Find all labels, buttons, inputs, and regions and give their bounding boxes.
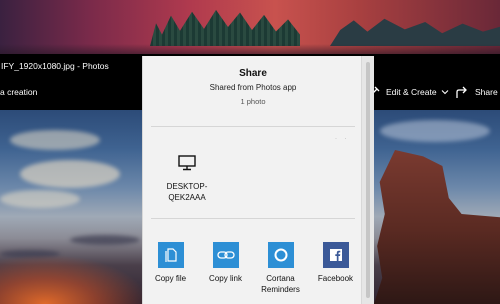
chevron-down-icon xyxy=(441,90,448,95)
toolbar-left-label[interactable]: a creation xyxy=(0,87,37,97)
edit-create-label: Edit & Create xyxy=(386,87,437,97)
share-target-cortana[interactable]: Cortana Reminders xyxy=(253,242,308,295)
facebook-label: Facebook xyxy=(317,274,354,283)
window-title: IFY_1920x1080.jpg - Photos xyxy=(1,61,109,71)
photo-cloud xyxy=(0,190,80,208)
copy-file-label: Copy file xyxy=(154,274,187,283)
share-scrollbar[interactable] xyxy=(362,56,374,304)
edit-create-button[interactable]: Edit & Create xyxy=(366,84,449,100)
desktop-wallpaper xyxy=(0,0,500,60)
share-label: Share xyxy=(475,87,498,97)
facebook-icon xyxy=(322,242,349,268)
photo-cloud xyxy=(20,160,120,188)
wallpaper-trees xyxy=(150,9,300,46)
share-icon xyxy=(456,86,467,98)
photo-sunset-glow xyxy=(0,254,150,304)
share-subtitle: Shared from Photos app xyxy=(209,83,297,92)
monitor-icon xyxy=(178,155,196,171)
divider xyxy=(151,126,355,127)
cortana-label-line2: Reminders xyxy=(261,285,300,294)
photo-cloud xyxy=(70,235,140,245)
share-flyout: Share Shared from Photos app 1 photo · ·… xyxy=(142,56,362,304)
share-targets: Copy file Copy link Cortana Reminders Fa… xyxy=(143,242,363,295)
share-target-copy-link[interactable]: Copy link xyxy=(198,242,253,295)
more-dots: · · xyxy=(335,136,350,142)
nearby-device[interactable]: DESKTOP- QEK2AAA xyxy=(157,154,217,203)
share-target-facebook[interactable]: Facebook xyxy=(308,242,363,295)
photo-cloud xyxy=(10,130,100,150)
share-button[interactable]: Share xyxy=(455,84,498,100)
copy-file-icon xyxy=(157,242,184,268)
scrollbar-thumb[interactable] xyxy=(366,62,370,298)
device-name-line2: QEK2AAA xyxy=(168,193,206,202)
copy-link-label: Copy link xyxy=(209,274,242,283)
share-title: Share xyxy=(239,68,267,79)
photo-rock xyxy=(372,150,500,304)
share-count: 1 photo xyxy=(240,97,266,106)
cortana-label-line1: Cortana xyxy=(266,274,295,283)
device-name-line1: DESKTOP- xyxy=(166,182,208,191)
share-target-copy-file[interactable]: Copy file xyxy=(143,242,198,295)
photo-cloud xyxy=(380,120,490,142)
copy-link-icon xyxy=(212,242,239,268)
divider xyxy=(151,218,355,219)
wallpaper-trees-right xyxy=(330,18,500,46)
cortana-icon xyxy=(267,242,294,268)
